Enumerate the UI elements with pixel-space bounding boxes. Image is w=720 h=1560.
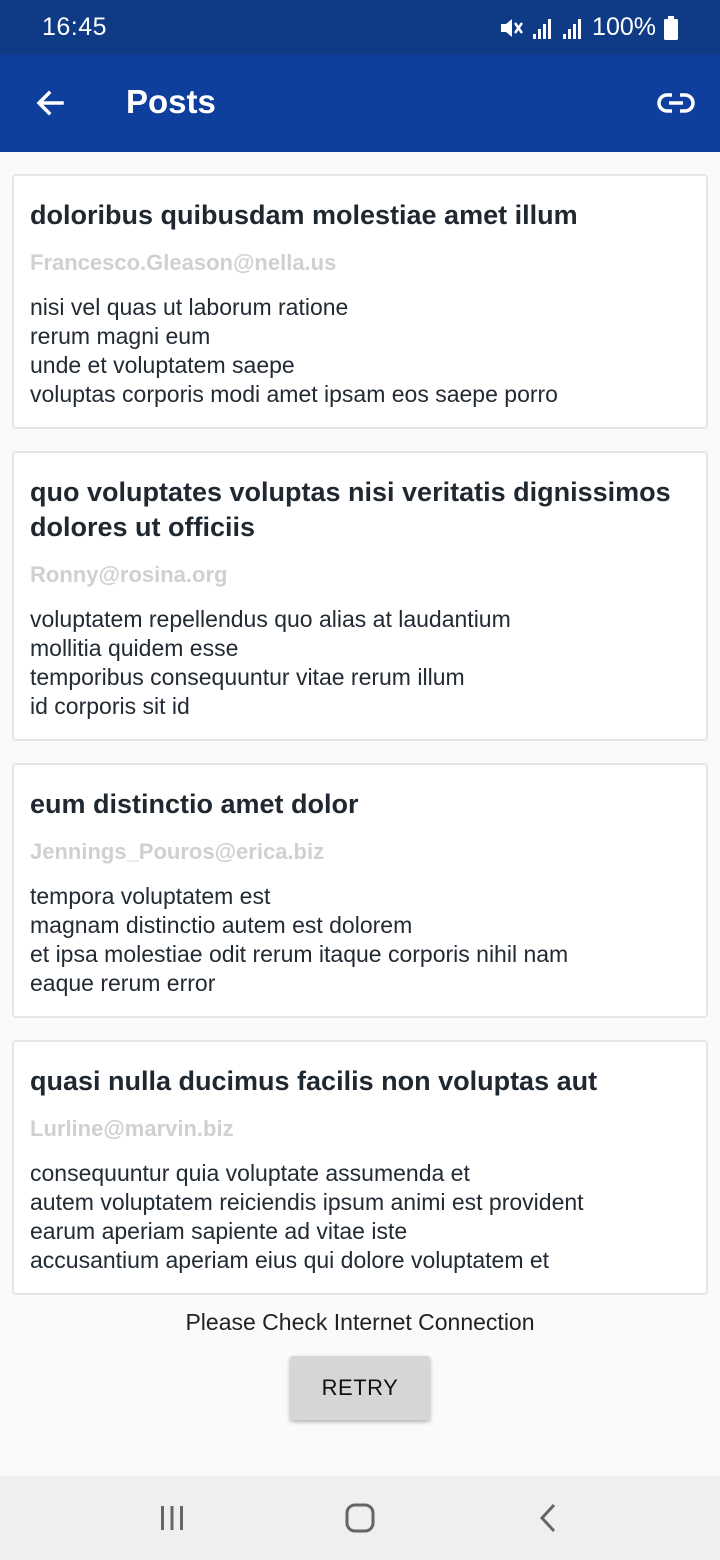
post-body: nisi vel quas ut laborum ratione rerum m…	[30, 293, 690, 409]
signal-icon	[563, 18, 582, 39]
status-bar: 16:45 100%	[0, 0, 720, 55]
post-title: quasi nulla ducimus facilis non voluptas…	[30, 1066, 598, 1096]
retry-button[interactable]: RETRY	[290, 1356, 430, 1420]
battery-percent: 100%	[592, 13, 656, 41]
post-body-line: temporibus consequuntur vitae rerum illu…	[30, 664, 465, 690]
post-body-line: eaque rerum error	[30, 970, 216, 996]
error-message: Please Check Internet Connection	[185, 1309, 535, 1335]
post-title: doloribus quibusdam molestiae amet illum	[30, 200, 578, 230]
post-body-line: id corporis sit id	[30, 693, 190, 719]
back-button[interactable]	[26, 79, 74, 127]
post-card[interactable]: quo voluptates voluptas nisi veritatis d…	[12, 451, 708, 741]
post-list: doloribus quibusdam molestiae amet illum…	[12, 174, 708, 1317]
recent-apps-icon	[161, 1506, 183, 1530]
home-button[interactable]	[338, 1496, 382, 1540]
link-button[interactable]	[652, 79, 700, 127]
post-email: Francesco.Gleason@nella.us	[30, 250, 337, 275]
status-time: 16:45	[42, 13, 108, 41]
post-body-line: earum aperiam sapiente ad vitae iste	[30, 1218, 408, 1244]
post-card[interactable]: doloribus quibusdam molestiae amet illum…	[12, 174, 708, 429]
post-body-line: unde et voluptatem saepe	[30, 352, 295, 378]
post-card[interactable]: eum distinctio amet dolor Jennings_Pouro…	[12, 763, 708, 1018]
post-body-line: mollitia quidem esse	[30, 635, 239, 661]
system-nav-bar	[0, 1476, 720, 1560]
post-body-line: consequuntur quia voluptate assumenda et	[30, 1160, 470, 1186]
post-body-line: autem voluptatem reiciendis ipsum animi …	[30, 1189, 584, 1215]
post-email: Jennings_Pouros@erica.biz	[30, 839, 325, 864]
link-icon	[657, 93, 695, 113]
post-body-line: rerum magni eum	[30, 323, 211, 349]
mute-icon	[501, 18, 524, 37]
post-body-line: magnam distinctio autem est dolorem	[30, 912, 413, 938]
status-icons: 100%	[498, 13, 678, 42]
post-email: Lurline@marvin.biz	[30, 1116, 234, 1141]
post-body: voluptatem repellendus quo alias at laud…	[30, 605, 690, 721]
post-body-line: voluptatem repellendus quo alias at laud…	[30, 606, 511, 632]
page-title: Posts	[126, 83, 216, 120]
post-email: Ronny@rosina.org	[30, 562, 228, 587]
post-body-line: nisi vel quas ut laborum ratione	[30, 294, 349, 320]
post-body-line: et ipsa molestiae odit rerum itaque corp…	[30, 941, 569, 967]
system-back-button[interactable]	[526, 1496, 570, 1540]
signal-icon	[533, 18, 552, 39]
home-icon	[345, 1503, 375, 1533]
post-body-line: voluptas corporis modi amet ipsam eos sa…	[30, 381, 558, 407]
post-title: eum distinctio amet dolor	[30, 789, 359, 819]
post-body: consequuntur quia voluptate assumenda et…	[30, 1159, 690, 1275]
post-title: quo voluptates voluptas nisi veritatis d…	[30, 477, 671, 542]
app-bar: Posts	[0, 55, 720, 152]
error-area: Please Check Internet Connection RETRY	[0, 1300, 720, 1420]
recent-apps-button[interactable]	[150, 1496, 194, 1540]
arrow-left-icon	[36, 90, 64, 116]
battery-icon	[664, 15, 678, 40]
back-icon	[539, 1503, 556, 1533]
post-body-line: accusantium aperiam eius qui dolore volu…	[30, 1247, 550, 1273]
post-body-line: tempora voluptatem est	[30, 883, 271, 909]
post-body: tempora voluptatem est magnam distinctio…	[30, 882, 690, 998]
post-card[interactable]: quasi nulla ducimus facilis non voluptas…	[12, 1040, 708, 1295]
